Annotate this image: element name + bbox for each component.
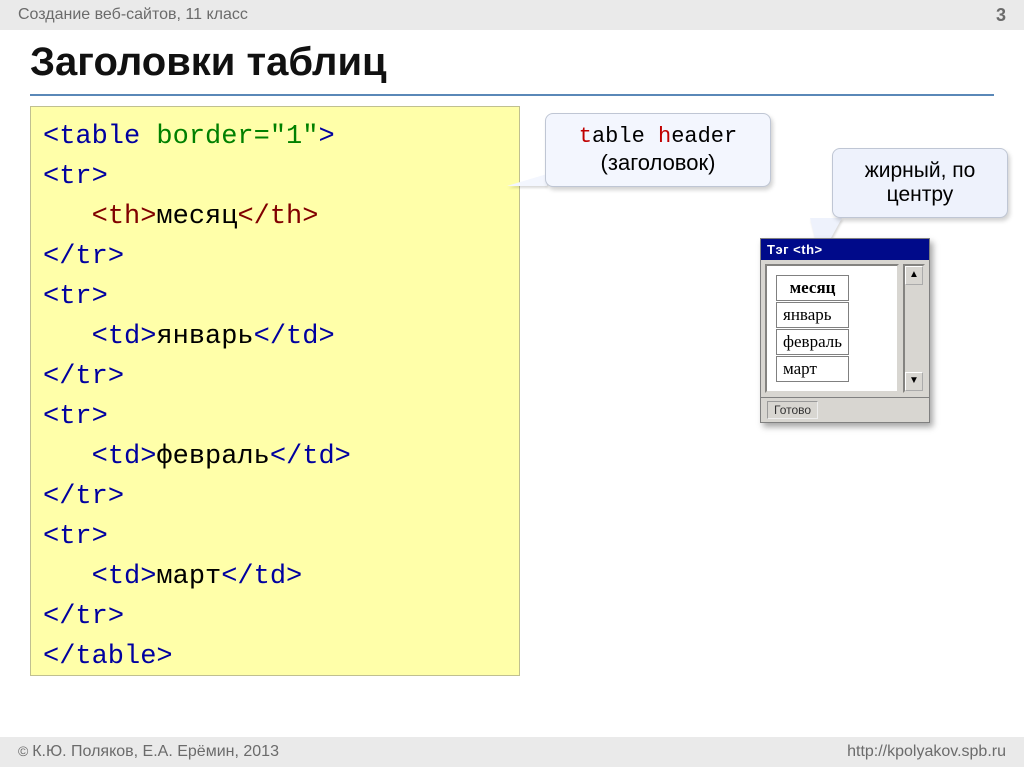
- browser-client: месяц январь февраль март ▲ ▼: [761, 260, 929, 397]
- browser-statusbar: Готово: [761, 397, 929, 422]
- callout-1-tail: [507, 174, 547, 186]
- page-number: 3: [996, 5, 1006, 26]
- slide: Создание веб-сайтов, 11 класс 3 Заголовк…: [0, 0, 1024, 767]
- page-title: Заголовки таблиц: [30, 40, 387, 85]
- browser-content: месяц январь февраль март: [765, 264, 899, 393]
- rendered-td: февраль: [776, 329, 849, 355]
- browser-mock: Тэг <th> месяц январь февраль март ▲ ▼ Г…: [760, 238, 930, 423]
- callout-th-style: жирный, по центру: [832, 148, 1008, 218]
- rendered-th: месяц: [776, 275, 849, 301]
- callout-hl-t: t: [579, 124, 592, 149]
- callout-subtitle: (заголовок): [601, 150, 716, 175]
- status-text: Готово: [767, 401, 818, 419]
- footer-authors: К.Ю. Поляков, Е.А. Ерёмин, 2013: [18, 743, 279, 761]
- title-underline: [30, 94, 994, 96]
- rendered-td: январь: [776, 302, 849, 328]
- rendered-td: март: [776, 356, 849, 382]
- scroll-up-button[interactable]: ▲: [905, 266, 923, 285]
- header-bar: Создание веб-сайтов, 11 класс 3: [0, 0, 1024, 30]
- footer-bar: К.Ю. Поляков, Е.А. Ерёмин, 2013 http://k…: [0, 737, 1024, 767]
- rendered-table: месяц январь февраль март: [775, 274, 850, 383]
- footer-url: http://kpolyakov.spb.ru: [847, 743, 1006, 761]
- callout-table-header: table header (заголовок): [545, 113, 771, 187]
- browser-titlebar: Тэг <th>: [761, 239, 929, 260]
- scrollbar[interactable]: ▲ ▼: [903, 264, 925, 393]
- callout-hl-h: h: [658, 124, 671, 149]
- code-block: <table border="1"> <tr> <th>месяц</th> <…: [30, 106, 520, 676]
- course-name: Создание веб-сайтов, 11 класс: [18, 6, 248, 24]
- scroll-down-button[interactable]: ▼: [905, 372, 923, 391]
